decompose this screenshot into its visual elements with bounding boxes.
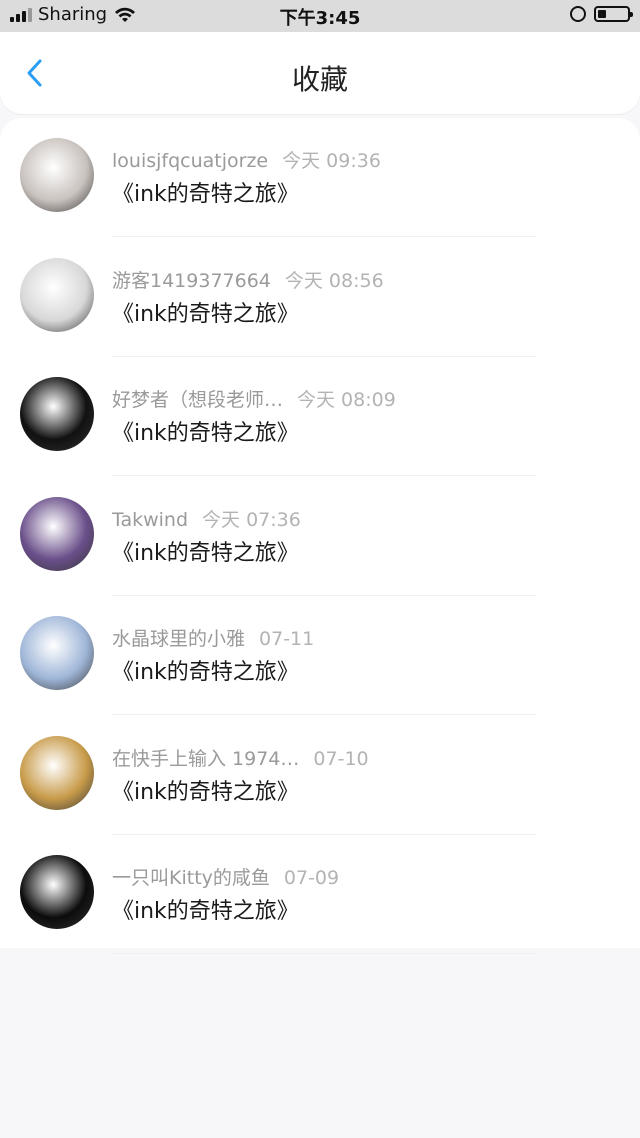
item-meta: Takwind 今天 07:36 xyxy=(112,505,301,532)
favorites-list: louisjfqcuatjorze 今天 09:36 《ink的奇特之旅》 游客141… xyxy=(0,118,640,954)
list-item[interactable]: Takwind 今天 07:36 《ink的奇特之旅》 xyxy=(0,477,640,596)
timestamp: 今天 07:36 xyxy=(202,508,301,531)
timestamp: 今天 08:09 xyxy=(297,389,396,411)
username[interactable]: 好梦者（想段老师… xyxy=(112,389,283,411)
avatar[interactable] xyxy=(20,616,94,690)
story-title[interactable]: 《ink的奇特之旅》 xyxy=(112,415,299,447)
username[interactable]: Takwind xyxy=(112,509,188,531)
timestamp: 今天 08:56 xyxy=(284,269,384,292)
story-title[interactable]: 《ink的奇特之旅》 xyxy=(112,535,299,567)
battery-icon xyxy=(594,6,633,22)
avatar[interactable] xyxy=(20,138,94,212)
timestamp: 07-10 xyxy=(313,747,369,770)
status-right xyxy=(570,6,633,22)
avatar[interactable] xyxy=(20,855,94,929)
item-meta: 在快手上输入 1974… 07-10 xyxy=(112,744,369,771)
rotation-lock-icon xyxy=(570,6,586,22)
username[interactable]: 水晶球里的小雅 xyxy=(112,628,245,650)
username[interactable]: louisjfqcuatjorze xyxy=(112,150,268,172)
item-meta: 水晶球里的小雅 07-11 xyxy=(112,624,314,651)
status-time: 下午3:45 xyxy=(279,8,361,29)
list-item[interactable]: louisjfqcuatjorze 今天 09:36 《ink的奇特之旅》 xyxy=(0,118,640,237)
story-title[interactable]: 《ink的奇特之旅》 xyxy=(112,774,299,806)
timestamp: 今天 09:36 xyxy=(282,150,381,172)
row-divider xyxy=(112,953,536,954)
story-title[interactable]: 《ink的奇特之旅》 xyxy=(112,654,299,686)
nav-header: 收藏 xyxy=(0,32,640,114)
story-title[interactable]: 《ink的奇特之旅》 xyxy=(112,296,299,328)
status-bar: Sharing 下午3:45 xyxy=(0,0,640,32)
avatar[interactable] xyxy=(20,496,94,571)
battery-fill xyxy=(598,10,606,18)
username[interactable]: 在快手上输入 1974… xyxy=(112,748,299,770)
username[interactable]: 一只叫Kitty的咸鱼 xyxy=(112,867,270,889)
page-title: 收藏 xyxy=(291,63,348,96)
list-item[interactable]: 在快手上输入 1974… 07-10 《ink的奇特之旅》 xyxy=(0,716,640,835)
item-meta: 好梦者（想段老师… 今天 08:09 xyxy=(112,385,396,412)
item-meta: 游客1419377664 今天 08:56 xyxy=(112,266,384,293)
list-item[interactable]: 一只叫Kitty的咸鱼 07-09 《ink的奇特之旅》 xyxy=(0,835,640,954)
avatar[interactable] xyxy=(20,377,94,451)
avatar[interactable] xyxy=(20,257,94,332)
item-meta: louisjfqcuatjorze 今天 09:36 xyxy=(112,146,381,173)
timestamp: 07-09 xyxy=(283,867,340,889)
item-meta: 一只叫Kitty的咸鱼 07-09 xyxy=(112,863,339,890)
list-item[interactable]: 游客1419377664 今天 08:56 《ink的奇特之旅》 xyxy=(0,238,640,357)
list-item[interactable]: 好梦者（想段老师… 今天 08:09 《ink的奇特之旅》 xyxy=(0,357,640,476)
timestamp: 07-11 xyxy=(259,628,315,650)
username[interactable]: 游客1419377664 xyxy=(112,270,271,292)
avatar[interactable] xyxy=(20,735,94,810)
list-item[interactable]: 水晶球里的小雅 07-11 《ink的奇特之旅》 xyxy=(0,596,640,715)
story-title[interactable]: 《ink的奇特之旅》 xyxy=(112,176,299,208)
story-title[interactable]: 《ink的奇特之旅》 xyxy=(112,893,299,925)
